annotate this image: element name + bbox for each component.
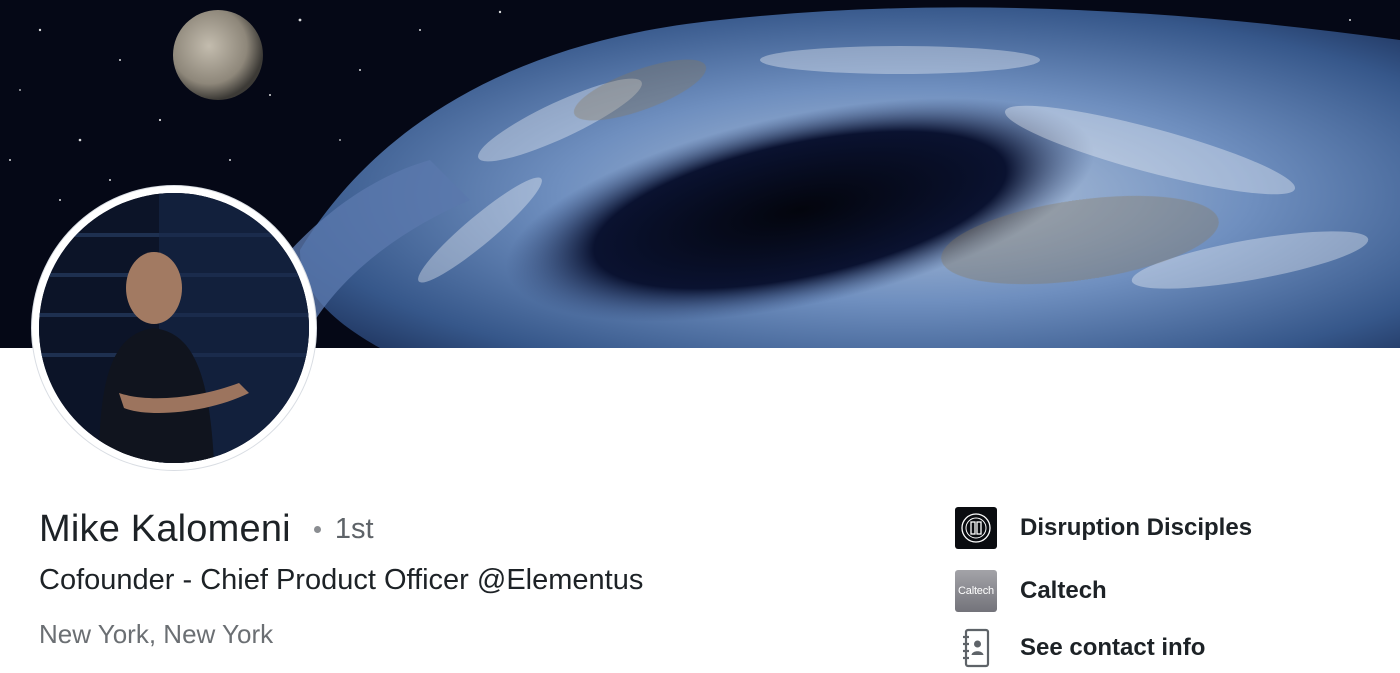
profile-location: New York, New York xyxy=(39,619,274,649)
side-link-label: Disruption Disciples xyxy=(1020,514,1253,541)
see-contact-info-link[interactable]: See contact info xyxy=(955,627,1205,669)
profile-name: Mike Kalomeni xyxy=(39,507,291,550)
disruption-disciples-logo xyxy=(955,507,997,549)
profile-headline: Cofounder - Chief Product Officer @Eleme… xyxy=(39,564,644,596)
separator-dot xyxy=(313,525,321,533)
education-link-caltech[interactable]: Caltech Caltech xyxy=(955,570,1107,612)
experience-link-disruption-disciples[interactable]: Disruption Disciples xyxy=(955,507,1252,549)
side-link-label: Caltech xyxy=(1020,577,1107,604)
profile-photo[interactable] xyxy=(32,186,316,470)
profile-photo-image xyxy=(39,193,309,463)
address-book-icon xyxy=(955,627,997,669)
name-row: Mike Kalomeni 1st xyxy=(39,504,374,554)
connection-degree: 1st xyxy=(334,512,374,545)
side-link-label: See contact info xyxy=(1020,634,1206,661)
caltech-logo: Caltech xyxy=(955,570,997,612)
